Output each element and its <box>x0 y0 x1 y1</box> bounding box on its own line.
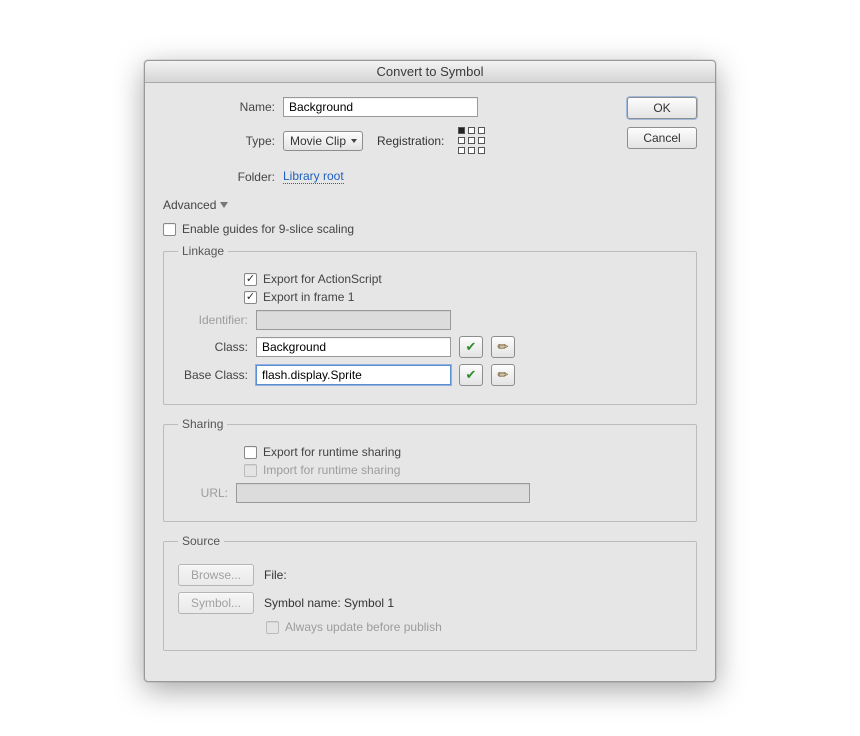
always-update-label: Always update before publish <box>285 620 442 634</box>
name-label: Name: <box>163 100 283 114</box>
baseclass-input[interactable] <box>256 365 451 385</box>
export-runtime-row[interactable]: Export for runtime sharing <box>244 445 682 459</box>
export-frame-label: Export in frame 1 <box>263 290 354 304</box>
baseclass-edit-button[interactable]: ✎ <box>491 364 515 386</box>
convert-to-symbol-dialog: Convert to Symbol Name: Type: Movie Clip <box>144 60 716 682</box>
baseclass-validate-button[interactable]: ✔ <box>459 364 483 386</box>
symbol-button: Symbol... <box>178 592 254 614</box>
baseclass-label: Base Class: <box>178 368 256 382</box>
pencil-icon: ✎ <box>493 337 512 356</box>
check-icon: ✔ <box>466 367 477 383</box>
import-runtime-checkbox <box>244 464 257 477</box>
class-edit-button[interactable]: ✎ <box>491 336 515 358</box>
pencil-icon: ✎ <box>493 365 512 384</box>
url-input <box>236 483 530 503</box>
type-select[interactable]: Movie Clip <box>283 131 363 151</box>
import-runtime-row: Import for runtime sharing <box>244 463 682 477</box>
nine-slice-row[interactable]: Enable guides for 9-slice scaling <box>163 222 697 236</box>
dialog-title: Convert to Symbol <box>145 61 715 83</box>
identifier-label: Identifier: <box>178 313 256 327</box>
registration-grid[interactable] <box>458 127 486 155</box>
linkage-legend: Linkage <box>178 244 228 258</box>
registration-label: Registration: <box>377 134 444 148</box>
advanced-disclosure[interactable]: Advanced <box>163 198 697 212</box>
always-update-row: Always update before publish <box>266 620 682 634</box>
source-legend: Source <box>178 534 224 548</box>
sharing-legend: Sharing <box>178 417 227 431</box>
type-select-value: Movie Clip <box>290 134 346 148</box>
ok-button[interactable]: OK <box>627 97 697 119</box>
check-icon: ✔ <box>466 339 477 355</box>
type-label: Type: <box>163 134 283 148</box>
browse-button: Browse... <box>178 564 254 586</box>
export-actionscript-label: Export for ActionScript <box>263 272 382 286</box>
advanced-label: Advanced <box>163 198 216 212</box>
folder-link[interactable]: Library root <box>283 169 344 184</box>
export-runtime-label: Export for runtime sharing <box>263 445 401 459</box>
import-runtime-label: Import for runtime sharing <box>263 463 400 477</box>
class-input[interactable] <box>256 337 451 357</box>
symbol-name-label: Symbol name: Symbol 1 <box>264 596 394 610</box>
nine-slice-checkbox[interactable] <box>163 223 176 236</box>
disclosure-triangle-icon <box>220 202 228 208</box>
export-frame-row[interactable]: Export in frame 1 <box>244 290 682 304</box>
url-label: URL: <box>178 486 236 500</box>
source-group: Source Browse... File: Symbol... Symbol … <box>163 534 697 651</box>
nine-slice-label: Enable guides for 9-slice scaling <box>182 222 354 236</box>
file-label: File: <box>264 568 287 582</box>
identifier-input <box>256 310 451 330</box>
class-validate-button[interactable]: ✔ <box>459 336 483 358</box>
class-label: Class: <box>178 340 256 354</box>
export-actionscript-checkbox[interactable] <box>244 273 257 286</box>
export-runtime-checkbox[interactable] <box>244 446 257 459</box>
folder-label: Folder: <box>163 170 283 184</box>
export-frame-checkbox[interactable] <box>244 291 257 304</box>
cancel-button[interactable]: Cancel <box>627 127 697 149</box>
linkage-group: Linkage Export for ActionScript Export i… <box>163 244 697 405</box>
name-input[interactable] <box>283 97 478 117</box>
always-update-checkbox <box>266 621 279 634</box>
export-actionscript-row[interactable]: Export for ActionScript <box>244 272 682 286</box>
sharing-group: Sharing Export for runtime sharing Impor… <box>163 417 697 522</box>
